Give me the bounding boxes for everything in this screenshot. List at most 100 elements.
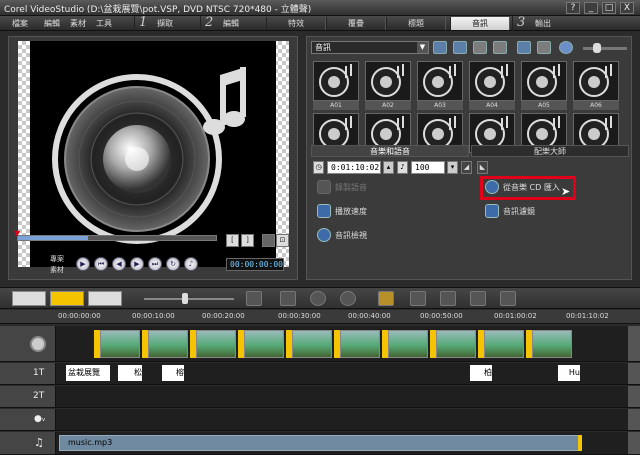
import-icon[interactable] <box>453 41 467 54</box>
audio-thumbnail[interactable] <box>417 61 463 101</box>
voice-track-header: ●ᵥ <box>0 409 56 430</box>
video-track-area[interactable] <box>56 326 628 361</box>
sort-icon[interactable] <box>473 41 487 54</box>
play-button[interactable]: ▶ <box>76 257 90 271</box>
menu-clip[interactable]: 素材 <box>70 18 86 29</box>
tab-title[interactable]: 標題 <box>386 17 446 30</box>
speaker-icon[interactable]: ♪ <box>184 257 198 271</box>
zoom-handle[interactable] <box>182 293 188 304</box>
title-clip[interactable]: 盆栽展覽 <box>66 365 110 381</box>
tab-audio[interactable]: 音訊 <box>450 17 510 30</box>
help-button[interactable]: ? <box>566 2 580 14</box>
video-clip[interactable] <box>244 330 284 358</box>
title-track-2: 2T <box>0 386 640 408</box>
timeline-scrollbar[interactable] <box>628 409 640 430</box>
mode-clip-label[interactable]: 素材 <box>50 265 64 275</box>
music-note-icon: ♫ <box>34 436 44 449</box>
storyboard-view-button[interactable] <box>12 291 46 306</box>
maximize-button[interactable]: □ <box>602 2 616 14</box>
video-clip[interactable] <box>196 330 236 358</box>
step-edit[interactable]: 2 編輯 <box>200 15 266 31</box>
video-clip[interactable] <box>388 330 428 358</box>
repeat-button[interactable]: ↻ <box>166 257 180 271</box>
next-frame-button[interactable]: ▶ <box>130 257 144 271</box>
tab-music-voice[interactable]: 音樂和語音 <box>311 145 469 157</box>
insert-media-icon[interactable] <box>280 291 296 306</box>
previous-frame-button[interactable]: ◀ <box>112 257 126 271</box>
mark-out-button[interactable]: ] <box>241 234 254 247</box>
enlarge-preview-button[interactable]: ⊡ <box>276 234 289 247</box>
timeline-scrollbar[interactable] <box>628 386 640 407</box>
volume-input[interactable]: 100 <box>411 161 445 174</box>
chevron-down-icon[interactable]: ▼ <box>417 42 428 53</box>
fit-project-icon[interactable] <box>246 291 262 306</box>
minimize-button[interactable]: _ <box>584 2 598 14</box>
track-manager-icon[interactable] <box>440 291 456 306</box>
audio-view-icon[interactable] <box>88 291 122 306</box>
title-track-1-area[interactable]: 盆栽展覽 松 榕 柏 Hu <box>56 363 628 384</box>
timeline-view-button[interactable] <box>50 291 84 306</box>
home-button[interactable]: ⏮ <box>94 257 108 271</box>
audio-thumbnail[interactable] <box>469 61 515 101</box>
close-button[interactable]: X <box>620 2 634 14</box>
music-track-area[interactable]: music.mp3 <box>56 432 628 454</box>
menu-edit[interactable]: 編輯 <box>44 18 60 29</box>
audio-thumbnail[interactable] <box>365 61 411 101</box>
step-share[interactable]: 3 輸出 <box>512 15 572 31</box>
library-manager-icon[interactable] <box>537 41 551 54</box>
video-clip[interactable] <box>292 330 332 358</box>
split-button[interactable] <box>262 234 275 247</box>
tab-auto-music[interactable]: 配樂大師 <box>471 145 629 157</box>
menu-tools[interactable]: 工具 <box>96 18 112 29</box>
mix-icon[interactable] <box>500 291 516 306</box>
mark-in-button[interactable]: [ <box>226 234 239 247</box>
video-clip[interactable] <box>436 330 476 358</box>
voice-track-area[interactable] <box>56 409 628 430</box>
tab-effects[interactable]: 特效 <box>266 17 326 30</box>
cd-icon[interactable] <box>517 41 531 54</box>
title-clip[interactable]: 柏 <box>470 365 492 381</box>
expand-icon[interactable] <box>559 41 573 54</box>
library-category-select[interactable]: 音訊 ▼ <box>311 41 429 54</box>
mode-project-label[interactable]: 專案 <box>50 254 64 264</box>
redo-icon[interactable] <box>340 291 356 306</box>
undo-icon[interactable] <box>310 291 326 306</box>
slider-handle[interactable] <box>593 43 601 53</box>
thumb-size-slider[interactable] <box>583 43 627 53</box>
video-clip[interactable] <box>340 330 380 358</box>
end-button[interactable]: ⏭ <box>148 257 162 271</box>
video-clip[interactable] <box>484 330 524 358</box>
audio-thumbnail[interactable] <box>521 61 567 101</box>
timeline-scrollbar[interactable] <box>628 363 640 384</box>
smart-proxy-icon[interactable] <box>378 291 394 306</box>
zoom-slider[interactable] <box>144 293 234 304</box>
video-clip[interactable] <box>100 330 140 358</box>
timeline-scrollbar[interactable] <box>628 326 640 361</box>
volume-dropdown[interactable]: ▾ <box>447 161 458 174</box>
title-clip[interactable]: 榕 <box>162 365 184 381</box>
scrub-bar[interactable] <box>17 235 217 241</box>
timeline-ruler[interactable]: 00:00:00:00 00:00:10:00 00:00:20:00 00:0… <box>0 310 640 324</box>
preview-timecode[interactable]: 00:00:00:00 <box>226 258 284 271</box>
fade-out-button[interactable]: ◣ <box>477 161 488 174</box>
fade-in-button[interactable]: ◢ <box>461 161 472 174</box>
menu-file[interactable]: 檔案 <box>12 18 28 29</box>
title-clip[interactable]: 松 <box>118 365 142 381</box>
step-capture[interactable]: 1 擷取 <box>134 15 200 31</box>
duration-input[interactable]: 0:01:10:02 <box>327 161 381 174</box>
title-clip[interactable]: Hu <box>558 365 580 381</box>
tab-overlay[interactable]: 覆疊 <box>326 17 386 30</box>
duration-stepper[interactable]: ▴ <box>383 161 394 174</box>
trim-start-marker[interactable]: ▼ <box>14 229 24 238</box>
audio-thumbnail[interactable] <box>313 61 359 101</box>
batch-convert-icon[interactable] <box>410 291 426 306</box>
folder-icon[interactable] <box>433 41 447 54</box>
video-clip[interactable] <box>532 330 572 358</box>
timeline-scrollbar[interactable] <box>628 432 640 454</box>
video-clip[interactable] <box>148 330 188 358</box>
title-track-2-area[interactable] <box>56 386 628 407</box>
chapter-point-icon[interactable] <box>470 291 486 306</box>
audio-thumbnail[interactable] <box>573 61 619 101</box>
library-view-icon[interactable] <box>493 41 507 54</box>
music-clip[interactable]: music.mp3 <box>59 435 579 451</box>
